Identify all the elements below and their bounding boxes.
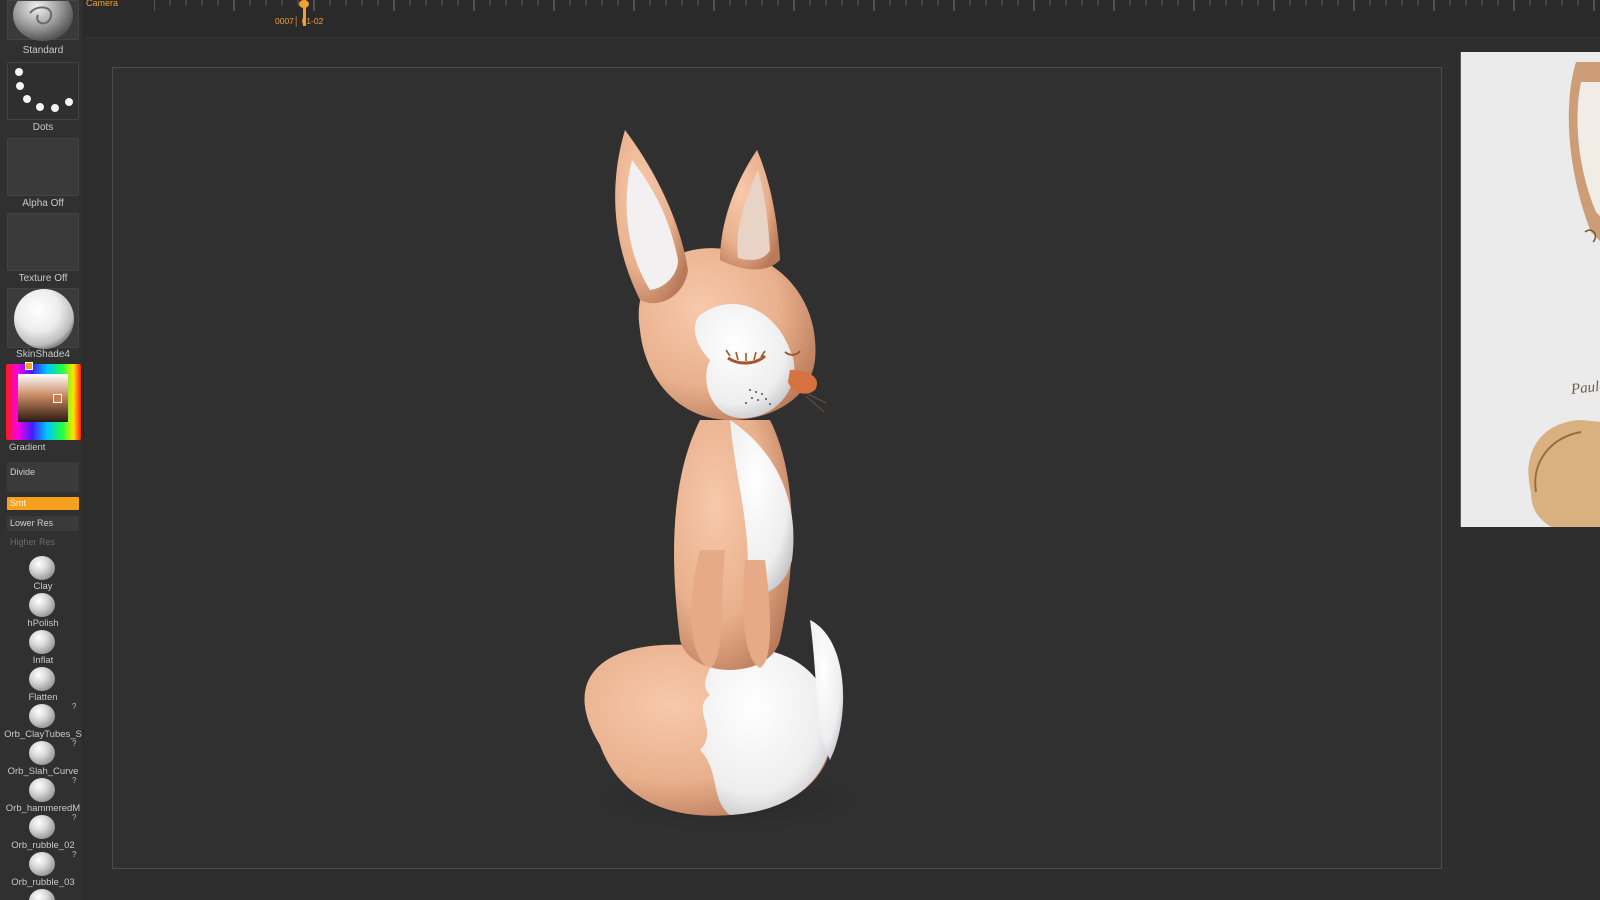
brush-orb-hammered[interactable]: ? Orb_hammeredM <box>0 776 86 814</box>
material-selector[interactable] <box>7 288 79 349</box>
zbrush-app: Camera 0007│ 01-02 Standard Dots Alpha O… <box>0 0 1600 900</box>
brush-hpolish[interactable]: hPolish <box>0 593 86 629</box>
brush-orb-rubble-02[interactable]: ? Orb_rubble_02 <box>0 813 86 851</box>
brush-orb-claytubes[interactable]: ? Orb_ClayTubes_S <box>0 702 86 740</box>
brush-inflat[interactable]: Inflat <box>0 630 86 666</box>
left-shelf: Standard Dots Alpha Off Texture Off Skin… <box>0 0 84 900</box>
brush-flatten[interactable]: Flatten <box>0 667 86 703</box>
smt-toggle[interactable]: Smt <box>7 497 79 510</box>
fox-model[interactable] <box>560 120 900 840</box>
brush-label: Clay <box>33 581 53 592</box>
gradient-label: Gradient <box>9 442 46 453</box>
claytubes-brush-icon <box>29 704 55 728</box>
hammered-brush-icon <box>29 778 55 802</box>
texture-label: Texture Off <box>18 273 68 284</box>
brush-orb-slash-curve[interactable]: ? Orb_Slah_Curve <box>0 739 86 777</box>
timeline-camera-label: Camera <box>86 0 119 8</box>
timeline-ruler[interactable] <box>154 0 1600 12</box>
higher-res-button[interactable]: Higher Res <box>7 535 79 549</box>
clay-brush-icon <box>29 556 55 580</box>
brush-help-icon[interactable]: ? <box>72 702 76 711</box>
standard-brush-icon <box>13 0 73 41</box>
dots-stroke-icon <box>15 68 73 112</box>
timeline[interactable]: Camera 0007│ 01-02 <box>84 0 1600 38</box>
reference-signature: Paula <box>1570 378 1600 398</box>
hpolish-brush-icon <box>29 593 55 617</box>
stroke-label: Dots <box>32 122 54 133</box>
brush-next[interactable] <box>0 889 86 900</box>
alpha-label: Alpha Off <box>22 198 64 209</box>
rubble-brush-icon <box>29 815 55 839</box>
material-sphere-icon <box>14 289 74 349</box>
brush-icon <box>29 889 55 900</box>
color-marker[interactable] <box>53 394 62 403</box>
brush-help-icon[interactable]: ? <box>72 776 76 785</box>
flatten-brush-icon <box>29 667 55 691</box>
brush-selector[interactable] <box>7 0 79 41</box>
alpha-selector[interactable] <box>7 138 79 196</box>
brush-label: Inflat <box>32 655 54 666</box>
brush-help-icon[interactable]: ? <box>72 850 76 859</box>
material-label: SkinShade4 <box>16 349 70 360</box>
lower-res-button[interactable]: Lower Res <box>7 516 79 531</box>
brush-help-icon[interactable]: ? <box>72 813 76 822</box>
inflat-brush-icon <box>29 630 55 654</box>
texture-selector[interactable] <box>7 213 79 271</box>
brush-help-icon[interactable]: ? <box>72 739 76 748</box>
divide-button[interactable]: Divide <box>7 462 79 492</box>
hue-marker[interactable] <box>25 362 33 370</box>
rubble-brush-icon <box>29 852 55 876</box>
reference-sketch <box>1528 62 1600 527</box>
stroke-selector[interactable] <box>7 62 79 120</box>
timeline-frame-label: 0007│ 01-02 <box>275 16 324 26</box>
brush-label: hPolish <box>27 618 59 629</box>
brush-orb-rubble-03[interactable]: ? Orb_rubble_03 <box>0 850 86 888</box>
brush-clay[interactable]: Clay <box>0 556 86 592</box>
brush-label: Orb_rubble_03 <box>11 877 75 888</box>
brush-label: Standard <box>22 45 64 56</box>
reference-image[interactable]: Paula <box>1460 52 1600 527</box>
slash-curve-brush-icon <box>29 741 55 765</box>
color-picker[interactable] <box>6 362 81 440</box>
